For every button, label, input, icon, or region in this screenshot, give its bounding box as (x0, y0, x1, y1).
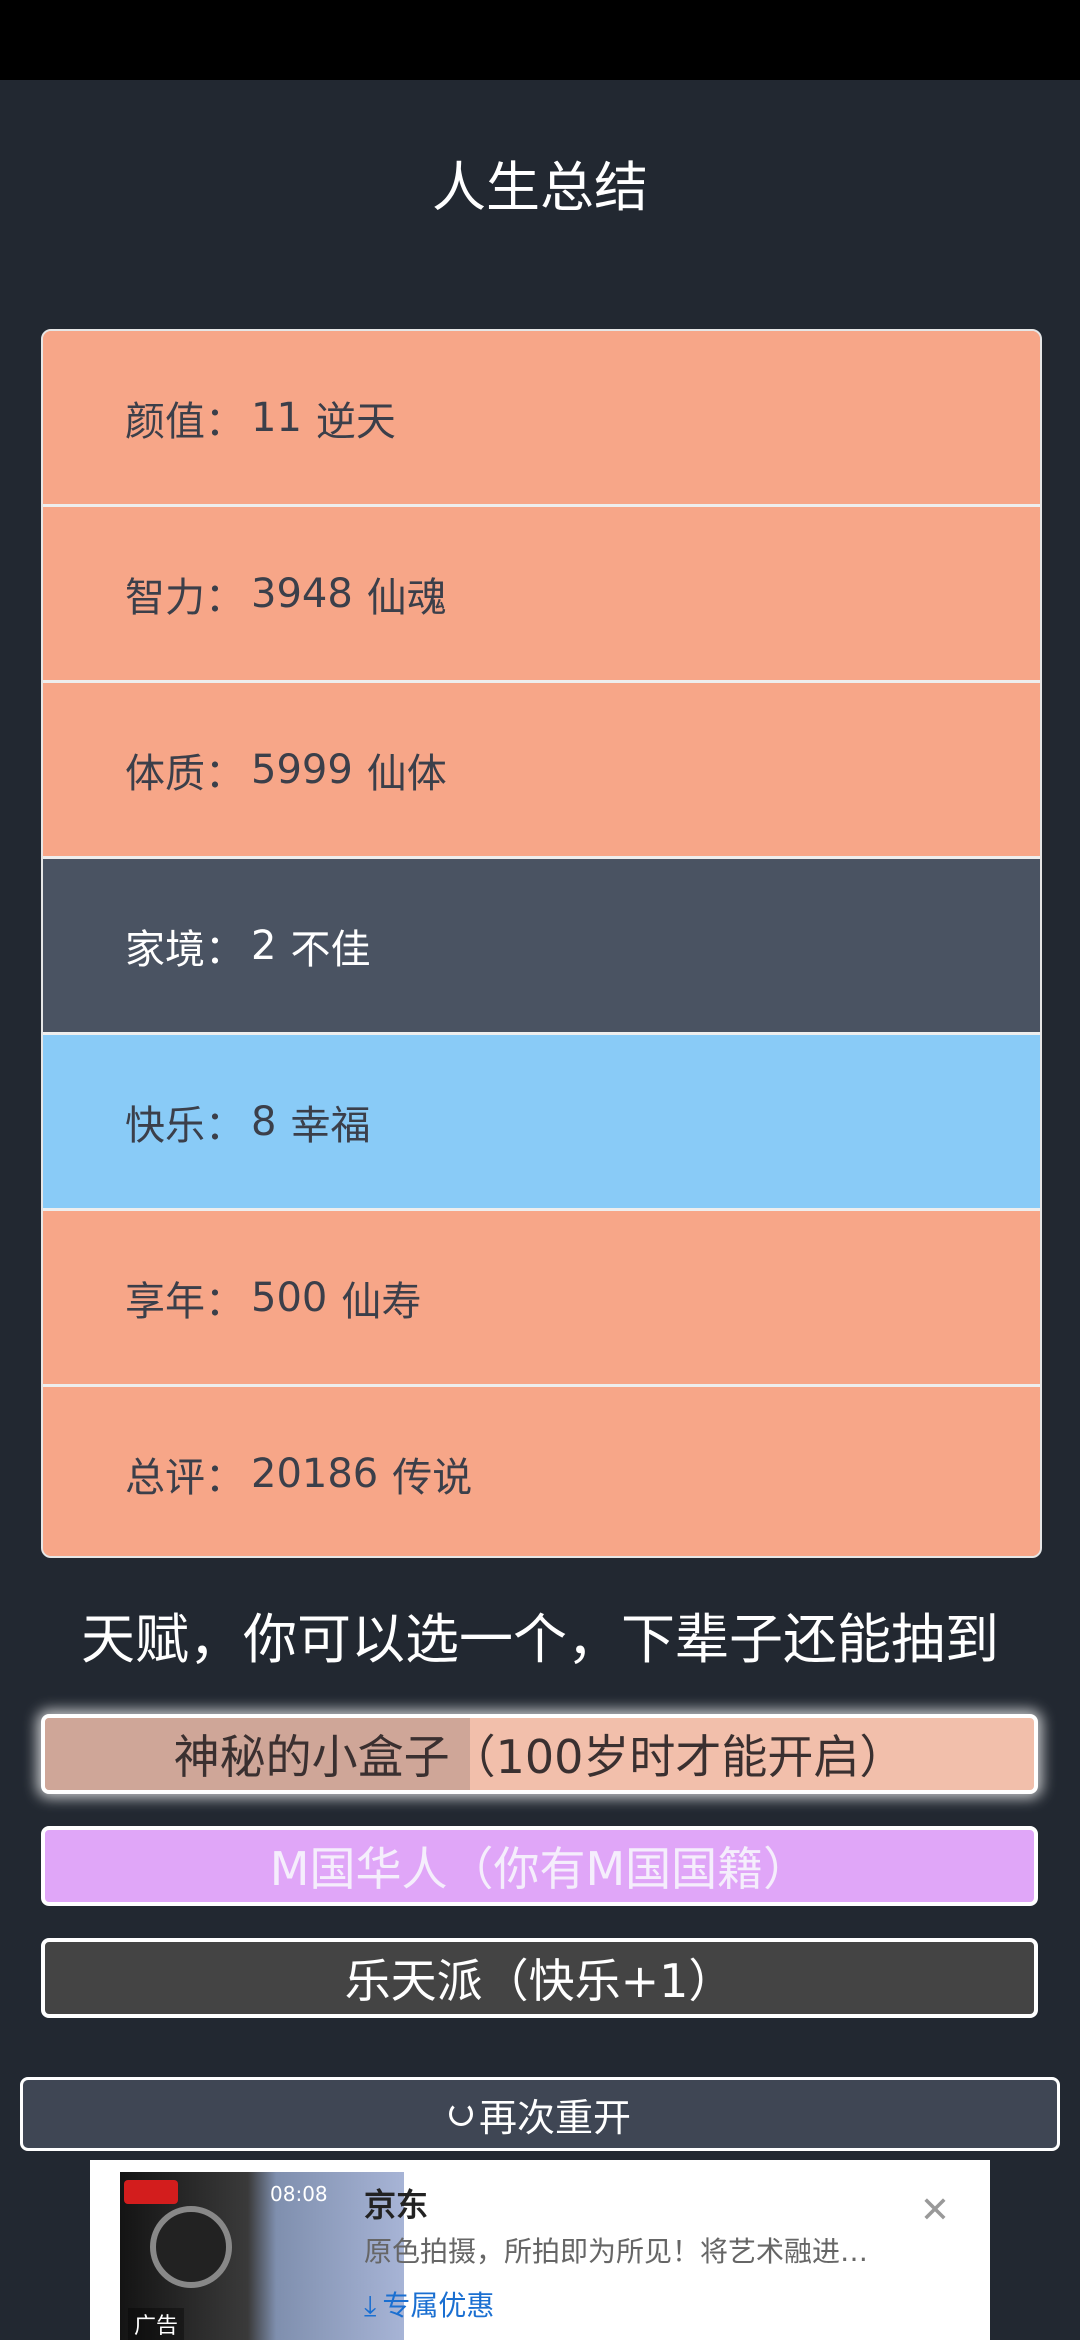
ad-title[interactable]: 京东 (364, 2180, 428, 2226)
stat-grade: 逆天 (315, 398, 396, 445)
close-icon[interactable]: ✕ (920, 2190, 950, 2231)
stat-grade: 仙体 (366, 750, 447, 797)
ad-image[interactable]: 08:08 广告 (120, 2172, 404, 2340)
stat-label: 享年： (125, 1278, 245, 1325)
stat-value: 500 (251, 1274, 328, 1321)
stat-label: 总评： (125, 1454, 245, 1501)
stat-row-overall: 总评： 20186 传说 (43, 1387, 1040, 1556)
download-icon: ⤓ (364, 2289, 377, 2322)
stat-value: 3948 (251, 570, 353, 617)
camera-icon (150, 2206, 232, 2288)
talent-label: 神秘的小盒子（100岁时才能开启） (173, 1730, 906, 1784)
stat-row-appearance: 颜值： 11 逆天 (43, 331, 1040, 507)
refresh-icon (448, 2102, 473, 2126)
stat-value: 5999 (251, 746, 353, 793)
stat-label: 智力： (125, 574, 245, 621)
stat-grade: 仙寿 (341, 1278, 422, 1325)
talent-label: M国华人（你有M国国籍） (269, 1842, 810, 1896)
restart-button[interactable]: 再次重开 (20, 2077, 1060, 2151)
talent-heading: 天赋，你可以选一个，下辈子还能抽到 (81, 1608, 999, 1671)
stat-value: 2 (251, 922, 277, 969)
talent-option-m-country[interactable]: M国华人（你有M国国籍） (41, 1826, 1038, 1906)
stat-grade: 仙魂 (366, 574, 447, 621)
ad-time: 08:08 (270, 2182, 328, 2206)
stat-grade: 幸福 (290, 1102, 371, 1149)
stat-value: 11 (251, 394, 302, 441)
stat-grade: 传说 (392, 1454, 473, 1501)
ad-cta-label: 专属优惠 (382, 2289, 495, 2322)
stat-label: 家境： (125, 926, 245, 973)
stat-row-lifespan: 享年： 500 仙寿 (43, 1211, 1040, 1387)
ad-description[interactable]: 原色拍摄，所拍即为所见！将艺术融进… (364, 2230, 924, 2270)
brand-badge-icon (124, 2180, 178, 2204)
stat-value: 20186 (251, 1450, 379, 1497)
stat-row-constitution: 体质： 5999 仙体 (43, 683, 1040, 859)
page-title: 人生总结 (432, 156, 648, 219)
stats-panel: 颜值： 11 逆天 智力： 3948 仙魂 体质： 5999 仙体 家境： 2 … (41, 329, 1042, 1558)
talent-option-optimist[interactable]: 乐天派（快乐+1） (41, 1938, 1038, 2018)
status-bar (0, 0, 1080, 80)
talent-option-mystery-box[interactable]: 神秘的小盒子（100岁时才能开启） (41, 1714, 1038, 1794)
ad-banner[interactable]: 08:08 广告 京东 原色拍摄，所拍即为所见！将艺术融进… ⤓ 专属优惠 ✕ (90, 2160, 990, 2340)
stat-label: 快乐： (125, 1102, 245, 1149)
restart-label: 再次重开 (478, 2095, 631, 2140)
stat-grade: 不佳 (290, 926, 371, 973)
stat-label: 体质： (125, 750, 245, 797)
ad-cta-link[interactable]: ⤓ 专属优惠 (364, 2284, 494, 2324)
stat-row-intelligence: 智力： 3948 仙魂 (43, 507, 1040, 683)
ad-tag: 广告 (128, 2308, 185, 2340)
stat-row-happiness: 快乐： 8 幸福 (43, 1035, 1040, 1211)
talent-label: 乐天派（快乐+1） (344, 1954, 735, 2008)
stat-label: 颜值： (125, 398, 245, 445)
stat-row-family: 家境： 2 不佳 (43, 859, 1040, 1035)
stat-value: 8 (251, 1098, 277, 1145)
